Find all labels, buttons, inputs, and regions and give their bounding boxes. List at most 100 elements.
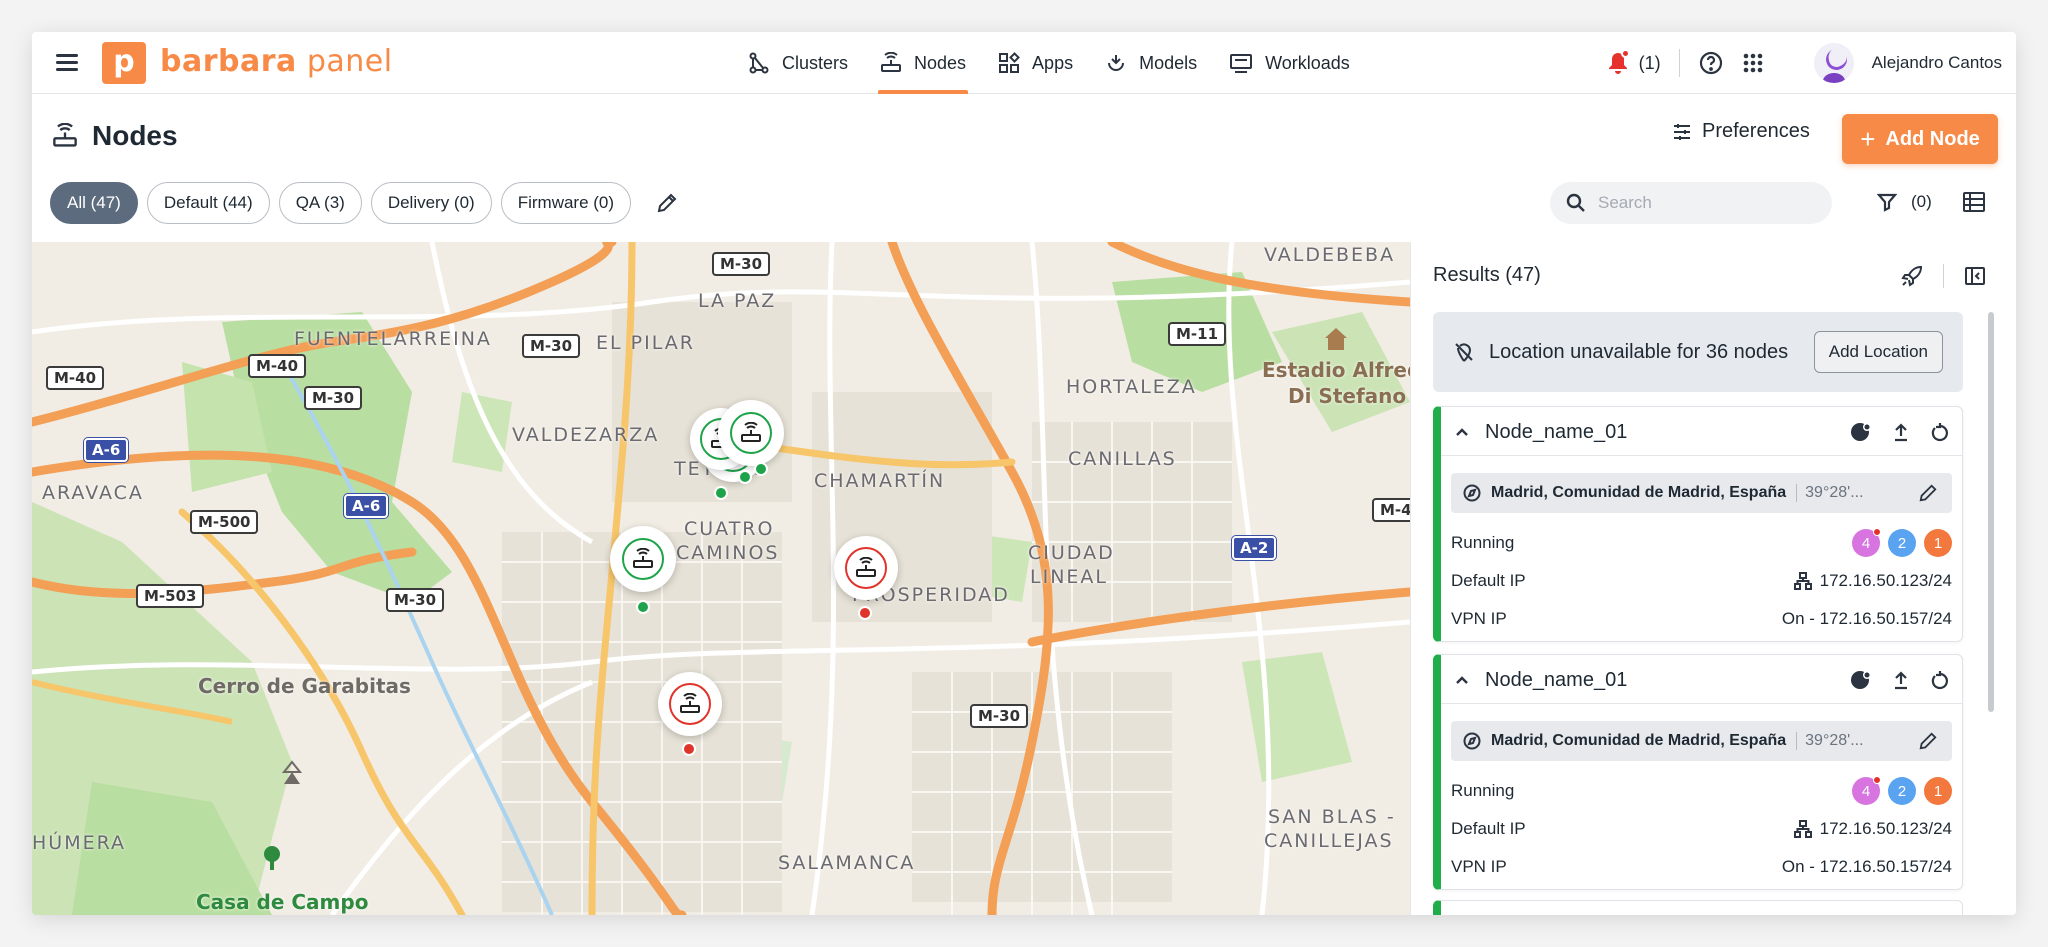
map-label: VALDEBEBA [1264, 244, 1396, 266]
logo-text: barbara panel [160, 44, 393, 79]
badge-orange: 1 [1924, 529, 1952, 557]
router-icon [741, 422, 761, 442]
restart-icon[interactable] [1930, 422, 1950, 442]
node-pin[interactable] [714, 486, 728, 500]
upload-icon[interactable] [1892, 670, 1910, 690]
hamburger-menu-icon[interactable] [54, 50, 80, 76]
chip-default[interactable]: Default (44) [146, 182, 270, 224]
nav-label: Workloads [1265, 52, 1350, 73]
add-location-button[interactable]: Add Location [1813, 331, 1943, 373]
search-placeholder: Search [1598, 193, 1652, 212]
notification-dot [1620, 49, 1630, 58]
node-card[interactable] [1433, 900, 1963, 915]
node-card-header: Node_name_01 [1453, 417, 1950, 447]
map-label: CANILLAS [1068, 448, 1177, 470]
pencil-icon[interactable] [1918, 731, 1938, 751]
globe-settings-icon[interactable] [1850, 421, 1872, 443]
apps-grid-icon[interactable] [1742, 52, 1764, 74]
road-shield: M-11 [1168, 322, 1227, 346]
globe-settings-icon[interactable] [1850, 669, 1872, 691]
node-marker-offline[interactable] [834, 536, 898, 600]
node-card[interactable]: Node_name_01 Madrid, Comunidad de Madrid… [1433, 654, 1963, 890]
node-pin[interactable] [636, 600, 650, 614]
node-pin[interactable] [858, 606, 872, 620]
nav-models[interactable]: Models [1089, 32, 1213, 94]
status-row: Running 4 2 1 [1451, 528, 1952, 557]
nav-apps[interactable]: Apps [982, 32, 1089, 94]
preferences-button[interactable]: Preferences [1672, 120, 1810, 143]
collapse-panel-icon[interactable] [1964, 265, 1986, 287]
road-shield: M-500 [190, 510, 259, 534]
nav-workloads[interactable]: Workloads [1213, 32, 1366, 94]
map-label: FUENTELARREINA [294, 328, 492, 350]
pencil-icon[interactable] [1918, 483, 1938, 503]
search-input[interactable]: Search [1550, 182, 1832, 224]
status-row: Running 4 2 1 [1451, 776, 1952, 805]
node-pin[interactable] [682, 742, 696, 756]
node-marker-offline[interactable] [658, 672, 722, 736]
notification-count: (1) [1638, 52, 1661, 73]
road-shield: M-30 [970, 704, 1029, 728]
location-alert: Location unavailable for 36 nodes Add Lo… [1433, 312, 1963, 392]
badge-orange: 1 [1924, 777, 1952, 805]
add-node-button[interactable]: + Add Node [1842, 114, 1998, 164]
group-chips: All (47) Default (44) QA (3) Delivery (0… [50, 182, 678, 224]
help-icon[interactable] [1698, 50, 1724, 76]
preferences-label: Preferences [1702, 120, 1810, 142]
avatar[interactable] [1813, 43, 1854, 83]
map-label: CHAMARTÍN [814, 470, 946, 492]
map-view[interactable]: VALDEBEBA LA PAZ FUENTELARREINA EL PILAR… [32, 242, 1410, 915]
chip-all[interactable]: All (47) [50, 182, 138, 224]
top-right-tools: (1) Alejandro Cantos [1607, 32, 2002, 94]
restart-icon[interactable] [1930, 670, 1950, 690]
compass-icon [1463, 484, 1481, 502]
filter-button[interactable]: (0) [1877, 192, 1932, 212]
map-label: CUATRO [684, 518, 775, 540]
node-name: Node_name_01 [1485, 668, 1628, 691]
divider [1441, 703, 1962, 704]
notifications-button[interactable]: (1) [1607, 49, 1661, 75]
location-off-icon [1455, 343, 1473, 362]
place-label: Estadio Alfredo [1262, 358, 1410, 382]
scrollbar[interactable] [1988, 312, 1994, 712]
badge-purple: 4 [1852, 776, 1881, 805]
node-card[interactable]: Node_name_01 Madrid, Comunidad de Madrid… [1433, 406, 1963, 642]
chevron-up-icon[interactable] [1453, 423, 1471, 441]
router-icon [881, 52, 902, 72]
nav-nodes[interactable]: Nodes [864, 32, 982, 94]
pencil-icon[interactable] [656, 192, 678, 214]
place-label: Di Stefano [1288, 384, 1407, 408]
clusters-icon [749, 52, 769, 74]
workloads-icon [1230, 54, 1253, 73]
node-name: Node_name_01 [1485, 420, 1628, 443]
list-view-icon[interactable] [1962, 190, 1986, 214]
map-label: LINEAL [1030, 566, 1108, 588]
apps-icon [999, 52, 1020, 73]
chip-firmware[interactable]: Firmware (0) [500, 182, 632, 224]
coordinates: 39°28'... [1796, 732, 1864, 750]
node-marker-online[interactable] [718, 400, 784, 466]
nav-clusters[interactable]: Clusters [732, 32, 864, 94]
road-shield: M-30 [522, 334, 581, 358]
map-label: CIUDAD [1028, 542, 1115, 564]
chip-qa[interactable]: QA (3) [278, 182, 362, 224]
upload-icon[interactable] [1892, 422, 1910, 442]
node-pin[interactable] [738, 470, 752, 484]
map-label: ARAVACA [42, 482, 144, 504]
router-icon [856, 557, 876, 577]
divider [1678, 49, 1680, 77]
status-text: Running [1451, 781, 1515, 800]
rocket-icon[interactable] [1901, 265, 1923, 287]
user-name[interactable]: Alejandro Cantos [1872, 53, 2002, 73]
chevron-up-icon[interactable] [1453, 671, 1471, 689]
main-nav: Clusters Nodes Apps Models Workloads [732, 32, 1366, 94]
results-tools [1901, 264, 1986, 288]
road-shield: M-30 [712, 252, 771, 276]
page-title: Nodes [52, 120, 178, 152]
vpn-ip-value: On - 172.16.50.157/24 [1781, 609, 1952, 628]
map-label: CAMINOS [676, 542, 780, 564]
chip-delivery[interactable]: Delivery (0) [370, 182, 492, 224]
node-pin[interactable] [754, 462, 768, 476]
node-marker-online[interactable] [610, 526, 676, 592]
map-label: HÚMERA [32, 832, 127, 854]
